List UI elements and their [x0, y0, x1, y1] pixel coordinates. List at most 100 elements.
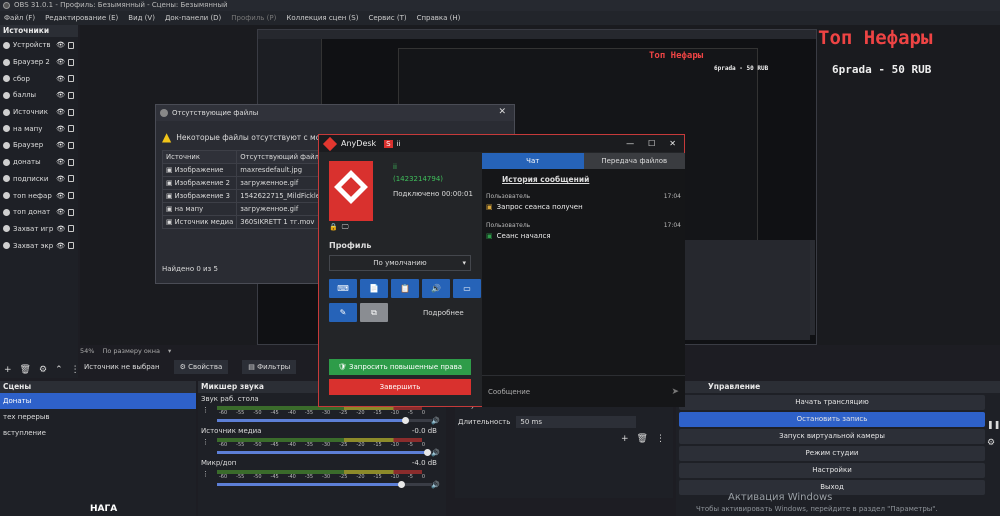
audio-permission-icon[interactable]: 🔊 — [422, 279, 450, 298]
lock-icon[interactable] — [68, 58, 74, 66]
volume-knob[interactable] — [423, 449, 431, 456]
settings-button[interactable]: Настройки — [679, 463, 985, 478]
virtual-camera-settings-icon[interactable]: ⚙ — [987, 438, 995, 448]
table-row[interactable]: ▣ на мапу загруженное.gif — [161, 202, 341, 216]
eye-icon[interactable]: 👁 — [56, 141, 65, 149]
channel-menu-icon[interactable]: ⋮ — [202, 406, 209, 414]
speaker-icon[interactable]: 🔊 — [431, 481, 440, 489]
source-item[interactable]: Устройств 👁 — [0, 37, 78, 54]
menu-help[interactable]: Справка (H) — [417, 11, 461, 25]
eye-icon[interactable]: 👁 — [56, 91, 65, 99]
lock-icon[interactable] — [68, 175, 74, 183]
source-item[interactable]: Браузер 👁 — [0, 137, 78, 154]
menu-profile[interactable]: Профиль (P) — [231, 11, 276, 25]
more-link[interactable]: Подробнее — [423, 309, 464, 317]
speaker-icon[interactable]: 🔊 — [431, 417, 440, 425]
zoom-select[interactable]: По размеру окна — [102, 347, 160, 355]
menu-view[interactable]: Вид (V) — [128, 11, 155, 25]
table-row[interactable]: ▣ Изображение 2 загруженное.gif — [161, 176, 341, 190]
lock-icon[interactable] — [68, 41, 74, 49]
eye-icon[interactable]: 👁 — [56, 41, 65, 49]
draw-permission-icon[interactable]: ✎ — [329, 303, 357, 322]
eye-icon[interactable]: 👁 — [56, 125, 65, 133]
finish-session-button[interactable]: Завершить — [329, 379, 471, 395]
channel-menu-icon[interactable]: ⋮ — [202, 438, 209, 446]
close-icon[interactable]: ✕ — [498, 107, 506, 117]
add-source-icon[interactable]: + — [4, 365, 12, 375]
scene-item[interactable]: Донаты — [0, 393, 196, 409]
send-icon[interactable]: ➤ — [671, 387, 679, 397]
menu-docks[interactable]: Док-панели (D) — [165, 11, 221, 25]
session-badge[interactable]: S — [384, 139, 393, 148]
eye-icon[interactable]: 👁 — [56, 192, 65, 200]
table-row[interactable]: ▣ Изображение maxresdefault.jpg — [161, 163, 341, 177]
table-row[interactable]: ▣ Источник медиа 360SIKRETT 1 тг.mov — [161, 215, 341, 229]
lock-icon[interactable] — [68, 125, 74, 133]
volume-slider[interactable] — [217, 449, 432, 456]
file-permission-icon[interactable]: 📋 — [391, 279, 419, 298]
pause-icon[interactable]: ❚❚ — [987, 420, 1000, 429]
menu-scene-collection[interactable]: Коллекция сцен (S) — [286, 11, 358, 25]
clipboard-permission-icon[interactable]: 📄 — [360, 279, 388, 298]
source-item[interactable]: Захват экр 👁 — [0, 237, 78, 254]
lock-icon[interactable] — [68, 108, 74, 116]
eye-icon[interactable]: 👁 — [56, 58, 65, 66]
volume-knob[interactable] — [397, 481, 405, 488]
scene-item[interactable]: тех перерыв — [0, 409, 196, 425]
lock-icon[interactable] — [68, 242, 75, 250]
volume-slider[interactable] — [217, 481, 432, 488]
eye-icon[interactable]: 👁 — [56, 242, 65, 250]
source-settings-icon[interactable]: ⚙ — [39, 365, 47, 375]
remove-transition-icon[interactable]: 🗑 — [637, 434, 648, 444]
speaker-icon[interactable]: 🔊 — [431, 449, 440, 457]
add-transition-icon[interactable]: + — [621, 434, 629, 444]
stop-recording-button[interactable]: Остановить запись — [679, 412, 985, 427]
start-virtual-camera-button[interactable]: Запуск виртуальной камеры — [679, 429, 985, 444]
close-icon[interactable]: ✕ — [669, 139, 676, 148]
source-item[interactable]: баллы 👁 — [0, 87, 78, 104]
filters-button[interactable]: ▤ Фильтры — [242, 360, 297, 374]
tab-chat[interactable]: Чат — [482, 153, 584, 169]
source-item[interactable]: топ донат 👁 — [0, 204, 78, 221]
chevron-down-icon[interactable]: ▾ — [168, 347, 171, 355]
start-streaming-button[interactable]: Начать трансляцию — [679, 395, 985, 410]
menu-tools[interactable]: Сервис (T) — [368, 11, 406, 25]
eye-icon[interactable]: 👁 — [56, 225, 65, 233]
source-item[interactable]: сбор 👁 — [0, 70, 78, 87]
table-row[interactable]: ▣ Изображение 3 1542622715_MildFickleDork — [161, 189, 341, 203]
transition-menu-icon[interactable]: ⋮ — [656, 434, 665, 444]
eye-icon[interactable]: 👁 — [56, 175, 65, 183]
lock-icon[interactable] — [68, 75, 74, 83]
screen-permission-icon[interactable]: ▭ — [453, 279, 481, 298]
source-item[interactable]: на мапу 👁 — [0, 120, 78, 137]
lock-icon[interactable] — [68, 158, 74, 166]
menu-file[interactable]: Файл (F) — [4, 11, 35, 25]
move-up-icon[interactable]: ⌃ — [55, 365, 63, 375]
eye-icon[interactable]: 👁 — [56, 75, 65, 83]
eye-icon[interactable]: 👁 — [56, 158, 65, 166]
more-icon[interactable]: ⋮ — [71, 365, 80, 375]
minimize-icon[interactable]: — — [626, 139, 634, 148]
properties-button[interactable]: ⚙ Свойства — [173, 360, 229, 374]
source-item[interactable]: Браузер 2 👁 — [0, 54, 78, 71]
message-input[interactable]: Сообщение ➤ — [482, 375, 685, 407]
session-tab-label[interactable]: ii — [397, 140, 401, 148]
duration-input[interactable]: 50 ms — [516, 416, 637, 428]
scene-item[interactable]: вступление — [0, 425, 196, 441]
source-item[interactable]: подписки 👁 — [0, 171, 78, 188]
source-item[interactable]: топ нефар 👁 — [0, 187, 78, 204]
volume-slider[interactable] — [217, 417, 432, 424]
source-item[interactable]: Источник 👁 — [0, 104, 78, 121]
volume-knob[interactable] — [402, 417, 410, 424]
restart-permission-icon[interactable]: ⧉ — [360, 303, 388, 322]
tab-file-transfer[interactable]: Передача файлов — [583, 153, 685, 169]
eye-icon[interactable]: 👁 — [56, 108, 65, 116]
studio-mode-button[interactable]: Режим студии — [679, 446, 985, 461]
profile-select[interactable]: По умолчанию ▾ — [329, 255, 471, 271]
channel-menu-icon[interactable]: ⋮ — [202, 470, 209, 478]
source-item[interactable]: донаты 👁 — [0, 154, 78, 171]
lock-icon[interactable] — [68, 141, 74, 149]
keyboard-permission-icon[interactable]: ⌨ — [329, 279, 357, 298]
remove-source-icon[interactable]: 🗑 — [20, 365, 31, 375]
menu-edit[interactable]: Редактирование (E) — [45, 11, 118, 25]
